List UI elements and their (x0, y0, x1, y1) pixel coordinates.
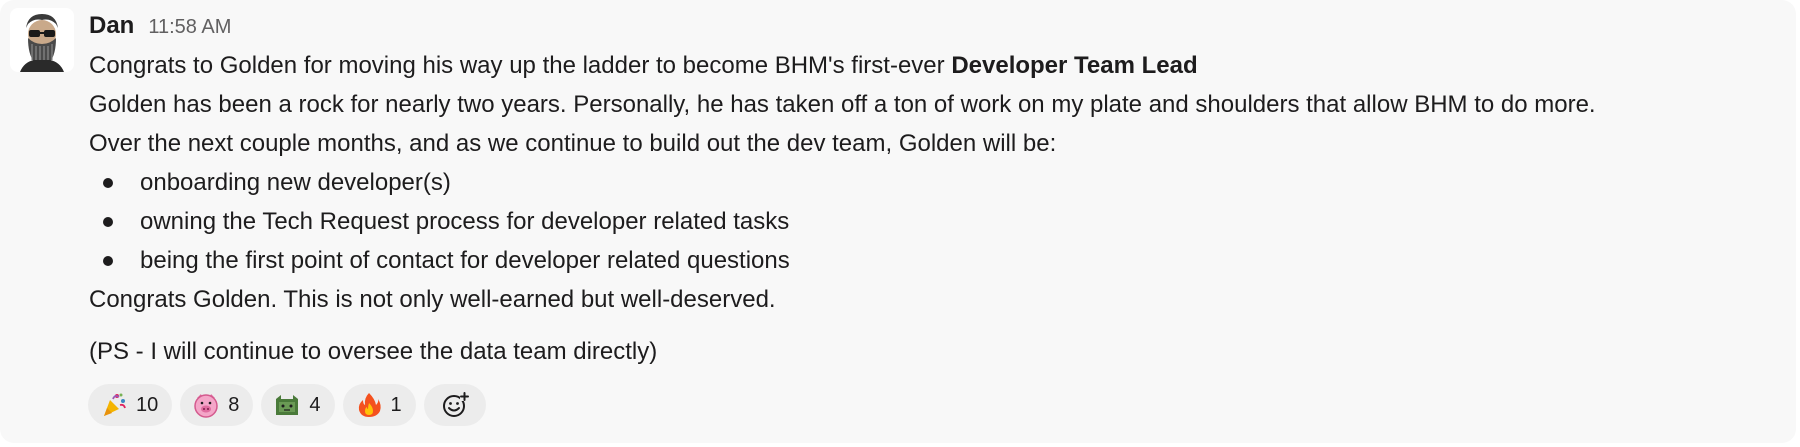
add-reaction-icon (442, 392, 469, 417)
reaction-count: 4 (309, 393, 321, 416)
line1-bold-text: Developer Team Lead (951, 52, 1198, 79)
green-emoji-icon (276, 395, 299, 415)
list-item: owning the Tech Request process for deve… (89, 202, 1776, 241)
fire-icon (358, 393, 381, 417)
pig-face-icon (194, 394, 218, 418)
message-header: Dan 11:58 AM (89, 12, 1776, 46)
reaction-count: 8 (228, 393, 240, 416)
reactions-bar: 10 8 4 1 (88, 384, 486, 426)
reaction-green-emoji[interactable]: 4 (261, 384, 335, 426)
list-item: being the first point of contact for dev… (89, 241, 1776, 280)
message-line-1: Congrats to Golden for moving his way up… (89, 46, 1776, 85)
add-reaction-button[interactable] (423, 384, 486, 426)
message-line-2: Golden has been a rock for nearly two ye… (89, 91, 1596, 118)
reaction-fire[interactable]: 1 (342, 384, 416, 426)
reaction-count: 1 (390, 393, 402, 416)
message-line-5: (PS - I will continue to oversee the dat… (89, 338, 658, 365)
reaction-pig-face[interactable]: 8 (180, 384, 254, 426)
reaction-count: 10 (136, 393, 159, 416)
bearded-man-avatar-icon (20, 14, 64, 72)
party-popper-icon (104, 393, 126, 416)
author-name[interactable]: Dan (89, 12, 134, 40)
avatar[interactable] (10, 8, 74, 72)
line1-text: Congrats to Golden for moving his way up… (89, 52, 952, 79)
message-line-3: Over the next couple months, and as we c… (89, 130, 1057, 157)
message-container: Dan 11:58 AM Congrats to Golden for movi… (0, 0, 1796, 443)
message-timestamp[interactable]: 11:58 AM (148, 16, 231, 39)
bullet-list: onboarding new developer(s) owning the T… (89, 163, 1776, 280)
message-line-4: Congrats Golden. This is not only well-e… (89, 286, 776, 313)
list-item: onboarding new developer(s) (89, 163, 1776, 202)
message-content: Dan 11:58 AM Congrats to Golden for movi… (89, 12, 1776, 371)
reaction-party-popper[interactable]: 10 (88, 384, 173, 426)
